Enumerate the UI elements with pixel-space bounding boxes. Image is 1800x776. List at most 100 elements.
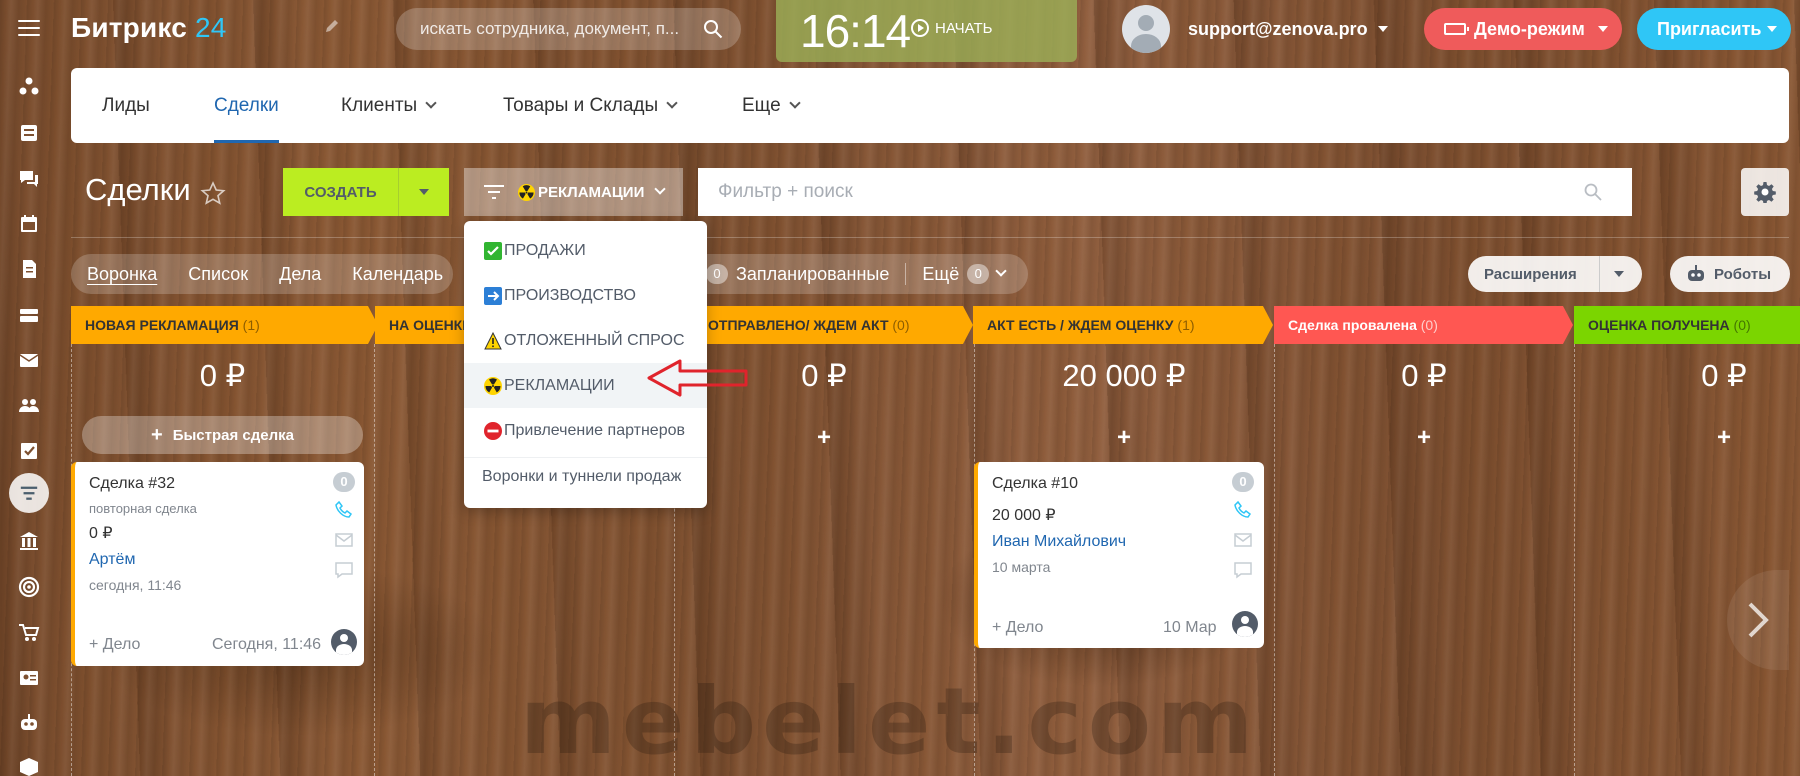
crm-funnel-icon[interactable] <box>9 473 49 513</box>
news-icon[interactable] <box>18 122 40 144</box>
menu-item-funnels-settings[interactable]: Воронки и туннели продаж <box>482 468 681 486</box>
phone-icon[interactable] <box>334 500 354 520</box>
caret-down-icon <box>1377 26 1388 32</box>
filter-search-input[interactable] <box>718 168 1538 216</box>
search-icon[interactable] <box>1584 183 1602 201</box>
deal-date: сегодня, 11:46 <box>89 577 182 593</box>
create-label: СОЗДАТЬ <box>304 183 377 201</box>
deal-subtitle: повторная сделка <box>89 501 197 516</box>
documents-icon[interactable] <box>18 258 40 280</box>
box-icon[interactable] <box>18 756 40 776</box>
responsible-avatar[interactable] <box>331 629 357 655</box>
stage-name: НА ОЦЕНКЕ <box>389 317 472 333</box>
view-calendar[interactable]: Календарь <box>352 264 443 285</box>
stage-arrow <box>1263 306 1273 344</box>
caret-down-icon[interactable] <box>1613 271 1624 277</box>
chat-icon[interactable] <box>334 560 354 580</box>
invite-label: Пригласить <box>1657 18 1762 39</box>
stage-header-act-wait-eval[interactable]: АКТ ЕСТЬ / ЖДЕМ ОЦЕНКУ (1) <box>973 306 1263 344</box>
caret-down-icon[interactable] <box>1767 26 1777 32</box>
planned-counter[interactable]: Запланированные <box>736 264 889 285</box>
quick-deal-button[interactable]: + Быстрая сделка <box>82 416 363 454</box>
funnel-label: РЕКЛАМАЦИИ <box>538 183 645 201</box>
deal-card[interactable]: Сделка #32 повторная сделка 0 ₽ Артём се… <box>71 462 364 666</box>
deal-contact-link[interactable]: Иван Михайлович <box>992 533 1126 551</box>
filter-search[interactable] <box>698 168 1632 216</box>
mail-icon[interactable] <box>18 349 40 371</box>
store-icon[interactable] <box>18 530 40 552</box>
mail-icon[interactable] <box>1233 530 1253 550</box>
cart-icon[interactable] <box>18 622 40 644</box>
contacts-card-icon[interactable] <box>18 667 40 689</box>
start-workday-button[interactable]: НАЧАТЬ <box>911 19 993 37</box>
scroll-right-button[interactable] <box>1727 570 1789 670</box>
nav-products[interactable]: Товары и Склады <box>503 68 678 143</box>
invite-button[interactable]: Пригласить <box>1637 8 1791 50</box>
stage-header-sent-wait-act[interactable]: ОТПРАВЛЕНО/ ЖДЕМ АКТ (0) <box>676 306 963 344</box>
view-list[interactable]: Список <box>188 264 248 285</box>
work-day-widget[interactable]: 16:14 НАЧАТЬ <box>776 0 1077 62</box>
nav-clients[interactable]: Клиенты <box>341 68 437 143</box>
extensions-button[interactable]: Расширения <box>1468 256 1642 292</box>
robots-button[interactable]: Роботы <box>1670 256 1790 292</box>
bitrix24-logo[interactable]: Битрикс 24 <box>71 12 227 44</box>
watermark: mebelet.com <box>520 668 1259 775</box>
chat-icon[interactable] <box>1233 560 1253 580</box>
stage-header-failed[interactable]: Сделка провалена (0) <box>1274 306 1563 344</box>
deal-title[interactable]: Сделка #10 <box>992 475 1078 493</box>
stage-header-new-claim[interactable]: НОВАЯ РЕКЛАМАЦИЯ (1) <box>71 306 368 344</box>
add-activity-link[interactable]: + Дело <box>89 636 140 654</box>
nav-leads[interactable]: Лиды <box>102 68 150 143</box>
menu-item-production[interactable]: ПРОИЗВОДСТВО <box>464 273 707 318</box>
stage-name: ОЦЕНКА ПОЛУЧЕНА <box>1588 317 1730 333</box>
menu-item-partners[interactable]: Привлечение партнеров <box>464 408 707 453</box>
play-icon <box>911 19 929 37</box>
mail-icon[interactable] <box>334 530 354 550</box>
deal-contact-link[interactable]: Артём <box>89 551 135 569</box>
caret-down-icon[interactable] <box>1598 26 1608 32</box>
logo-number: 24 <box>194 12 227 43</box>
deal-title[interactable]: Сделка #32 <box>89 475 175 493</box>
funnel-selector-button[interactable]: РЕКЛАМАЦИИ <box>464 168 683 216</box>
create-dropdown[interactable] <box>399 189 449 195</box>
chat-icon[interactable] <box>18 168 40 190</box>
stage-sum: 20 000 ₽ <box>1062 358 1186 393</box>
global-search-input[interactable] <box>420 8 690 50</box>
tasks-icon[interactable] <box>18 440 40 462</box>
star-icon[interactable] <box>200 181 226 207</box>
add-activity-link[interactable]: + Дело <box>992 619 1043 637</box>
add-deal-plus[interactable]: + <box>974 424 1274 452</box>
add-deal-plus[interactable]: + <box>1274 424 1574 452</box>
nav-more[interactable]: Еще <box>742 68 801 143</box>
view-kanban[interactable]: Воронка <box>87 264 157 285</box>
target-icon[interactable] <box>18 576 40 598</box>
user-avatar[interactable] <box>1122 5 1170 53</box>
menu-burger-icon[interactable] <box>18 20 40 38</box>
robot-icon[interactable] <box>18 712 40 734</box>
settings-button[interactable] <box>1741 168 1789 216</box>
quick-deal-label: Быстрая сделка <box>172 426 294 444</box>
menu-item-deferred-demand[interactable]: ОТЛОЖЕННЫЙ СПРОС <box>464 318 707 363</box>
user-menu[interactable]: support@zenova.pro <box>1122 4 1388 54</box>
responsible-avatar[interactable] <box>1232 611 1258 637</box>
menu-item-sales[interactable]: ПРОДАЖИ <box>464 228 707 273</box>
deal-card[interactable]: Сделка #10 20 000 ₽ Иван Михайлович 10 м… <box>974 462 1264 648</box>
drive-icon[interactable] <box>18 304 40 326</box>
demo-mode-button[interactable]: Демо-режим <box>1424 8 1622 50</box>
chevron-down-icon[interactable] <box>995 265 1007 277</box>
nav-deals[interactable]: Сделки <box>214 68 279 143</box>
add-deal-plus[interactable]: + <box>674 424 974 452</box>
activity-stream-icon[interactable] <box>18 76 40 98</box>
more-counters[interactable]: Ещё <box>922 264 959 285</box>
view-activities[interactable]: Дела <box>279 264 321 285</box>
edit-pencil-icon[interactable] <box>324 18 340 34</box>
search-icon[interactable] <box>703 19 723 39</box>
radioactive-icon <box>518 183 535 201</box>
employees-icon[interactable] <box>18 394 40 416</box>
create-button[interactable]: СОЗДАТЬ <box>283 168 449 216</box>
add-deal-plus[interactable]: + <box>1574 424 1800 452</box>
phone-icon[interactable] <box>1233 500 1253 520</box>
calendar-icon[interactable] <box>18 213 40 235</box>
global-search[interactable] <box>396 8 741 50</box>
stage-header-eval-received[interactable]: ОЦЕНКА ПОЛУЧЕНА (0) <box>1574 306 1800 344</box>
